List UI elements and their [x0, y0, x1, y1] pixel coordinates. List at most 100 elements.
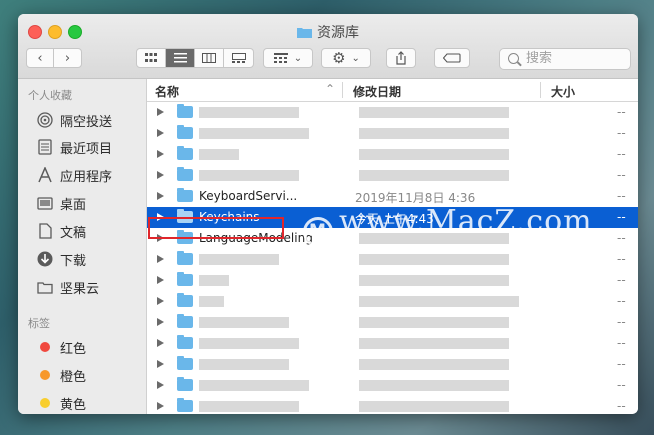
list-item[interactable]: -- [147, 144, 638, 165]
sidebar-item-desktop[interactable]: 桌面 [36, 192, 86, 214]
blurred-text [359, 338, 509, 349]
sidebar-item-documents[interactable]: 文稿 [36, 220, 86, 242]
disclosure-triangle-icon[interactable] [157, 129, 164, 137]
folder-icon [177, 293, 193, 307]
documents-icon [36, 223, 54, 239]
file-size: -- [617, 231, 626, 245]
disclosure-triangle-icon[interactable] [157, 402, 164, 410]
column-date-header[interactable]: 修改日期 [353, 83, 401, 100]
disclosure-triangle-icon[interactable] [157, 381, 164, 389]
red-tag-icon [40, 342, 50, 352]
folder-icon [177, 104, 193, 118]
sidebar-item-label: 黄色 [60, 397, 87, 413]
sidebar-item-label: 坚果云 [60, 281, 100, 297]
file-size: -- [617, 336, 626, 350]
file-size: -- [617, 126, 626, 140]
column-name-header[interactable]: 名称 [155, 83, 179, 100]
column-divider[interactable] [342, 82, 343, 98]
airdrop-icon [36, 112, 54, 128]
file-size: -- [617, 252, 626, 266]
grid-icon [145, 53, 157, 62]
forward-button[interactable]: › [54, 49, 81, 67]
nav-buttons: ‹ › [26, 48, 82, 68]
title-bar: 资源库 ‹ › ⌄ ⚙ ⌄ 搜索 [18, 14, 638, 79]
sidebar-item-airdrop[interactable]: 隔空投送 [36, 109, 112, 131]
list-item[interactable]: -- [147, 312, 638, 333]
list-item[interactable]: -- [147, 270, 638, 291]
sidebar-tag-orange[interactable]: 橙色 [36, 364, 86, 386]
action-button[interactable]: ⚙ ⌄ [321, 48, 371, 68]
search-field[interactable]: 搜索 [499, 48, 631, 70]
blurred-text [199, 338, 299, 349]
back-button[interactable]: ‹ [27, 49, 55, 67]
folder-icon [36, 279, 54, 295]
disclosure-triangle-icon[interactable] [157, 339, 164, 347]
blurred-text [359, 317, 509, 328]
disclosure-triangle-icon[interactable] [157, 192, 164, 200]
column-view-button[interactable] [195, 49, 224, 67]
blurred-text [199, 401, 299, 412]
group-by-button[interactable]: ⌄ [263, 48, 313, 68]
list-item[interactable]: -- [147, 375, 638, 396]
list-item[interactable]: -- [147, 123, 638, 144]
chevron-right-icon: › [64, 50, 71, 66]
share-button[interactable] [386, 48, 416, 68]
file-size: -- [617, 189, 626, 203]
sidebar-item-recents[interactable]: 最近项目 [36, 136, 112, 158]
disclosure-triangle-icon[interactable] [157, 150, 164, 158]
file-size: -- [617, 210, 626, 224]
tags-header: 标签 [28, 317, 50, 330]
disclosure-triangle-icon[interactable] [157, 318, 164, 326]
group-icon [273, 53, 288, 63]
blurred-text [359, 296, 519, 307]
disclosure-triangle-icon[interactable] [157, 171, 164, 179]
macz-logo-icon: M [303, 217, 333, 247]
blurred-text [199, 317, 289, 328]
file-size: -- [617, 168, 626, 182]
sidebar-tag-yellow[interactable]: 黄色 [36, 392, 86, 414]
gallery-view-button[interactable] [224, 49, 253, 67]
tags-button[interactable] [434, 48, 470, 68]
yellow-tag-icon [40, 398, 50, 408]
blurred-text [359, 275, 509, 286]
sidebar-item-label: 下载 [60, 253, 87, 269]
blurred-text [359, 107, 509, 118]
folder-icon [177, 377, 193, 391]
file-size: -- [617, 357, 626, 371]
folder-icon [177, 398, 193, 412]
blurred-text [199, 149, 239, 160]
sidebar-item-jianguoyun[interactable]: 坚果云 [36, 276, 99, 298]
sidebar-item-label: 桌面 [60, 197, 87, 213]
list-item[interactable]: -- [147, 102, 638, 123]
list-icon [173, 53, 187, 63]
sidebar-tag-red[interactable]: 红色 [36, 336, 86, 358]
folder-icon [177, 125, 193, 139]
folder-icon [177, 188, 193, 202]
list-view-button[interactable] [166, 49, 195, 67]
list-item[interactable]: -- [147, 354, 638, 375]
column-size-header[interactable]: 大小 [551, 83, 575, 100]
sidebar-item-applications[interactable]: 应用程序 [36, 164, 112, 186]
sidebar-item-downloads[interactable]: 下载 [36, 248, 86, 270]
icon-view-button[interactable] [137, 49, 166, 67]
list-item[interactable]: -- [147, 396, 638, 414]
blurred-text [359, 401, 509, 412]
disclosure-triangle-icon[interactable] [157, 276, 164, 284]
list-item[interactable]: -- [147, 333, 638, 354]
window-title: 资源库 [18, 22, 638, 42]
column-divider[interactable] [540, 82, 541, 98]
blurred-text [199, 296, 224, 307]
list-item[interactable]: -- [147, 165, 638, 186]
blurred-text [359, 128, 509, 139]
list-item[interactable]: -- [147, 291, 638, 312]
folder-icon [177, 335, 193, 349]
disclosure-triangle-icon[interactable] [157, 255, 164, 263]
disclosure-triangle-icon[interactable] [157, 297, 164, 305]
folder-icon [177, 251, 193, 265]
folder-icon [177, 314, 193, 328]
blurred-text [199, 170, 299, 181]
disclosure-triangle-icon[interactable] [157, 108, 164, 116]
list-item[interactable]: -- [147, 249, 638, 270]
disclosure-triangle-icon[interactable] [157, 360, 164, 368]
chevron-down-icon: ⌄ [293, 52, 303, 64]
